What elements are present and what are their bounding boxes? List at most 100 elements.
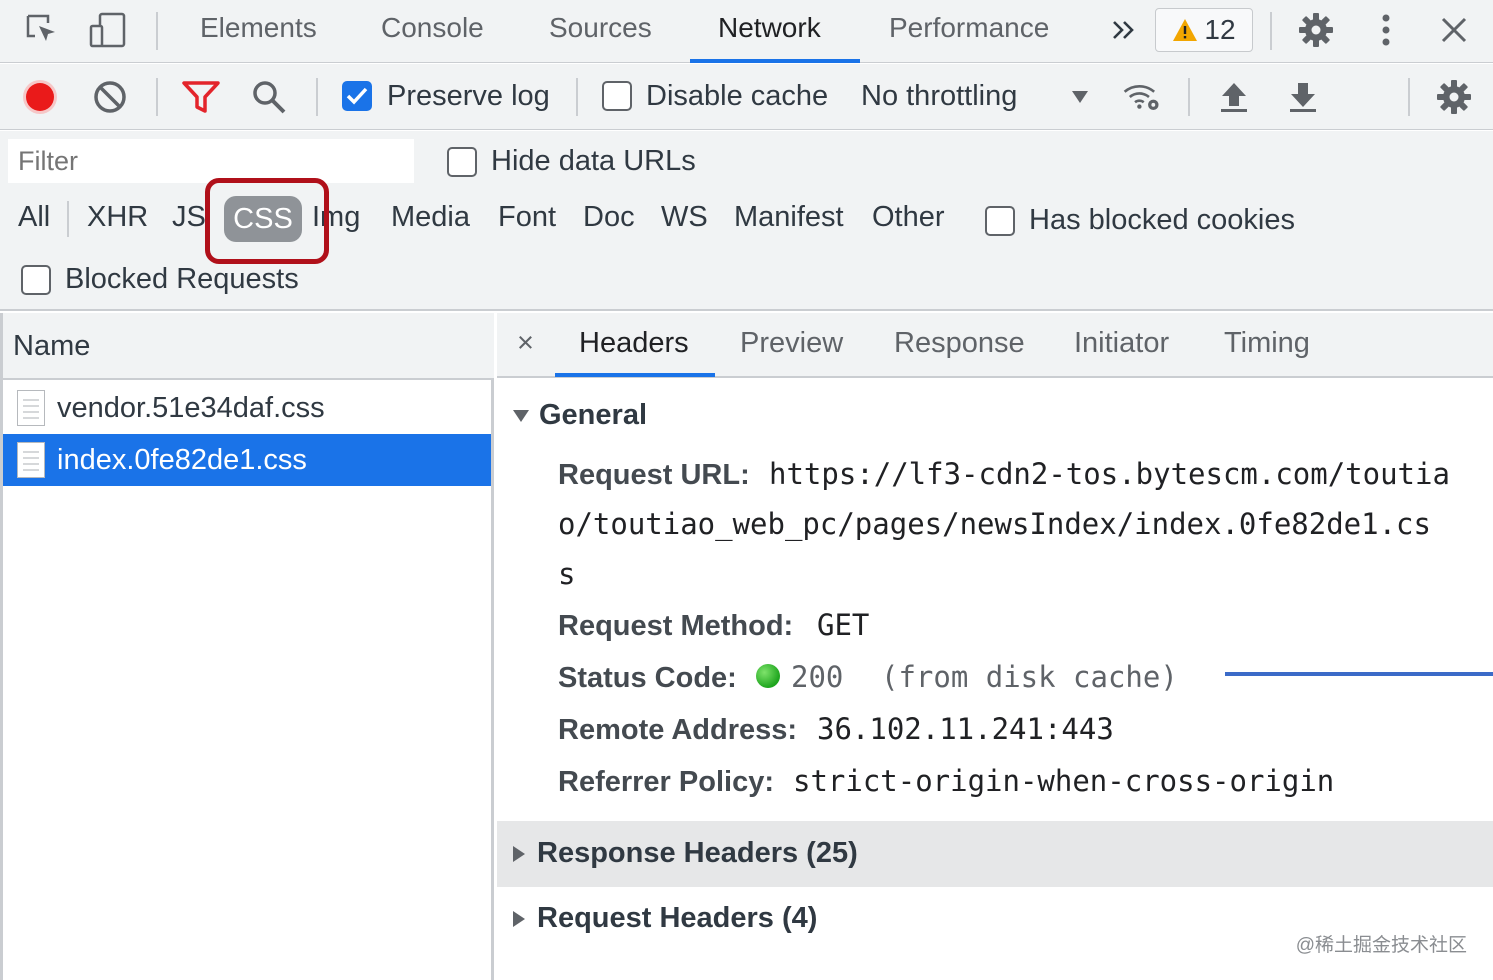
filter-bar: Hide data URLs All XHR JS Img CSS Media … xyxy=(0,131,1493,311)
active-details-tab-indicator xyxy=(555,373,715,377)
has-blocked-cookies-checkbox[interactable] xyxy=(985,206,1015,236)
css-highlight-annotation xyxy=(205,178,329,264)
hide-data-urls-label: Hide data URLs xyxy=(491,145,696,177)
status-code-value: 200 xyxy=(791,660,844,694)
warning-icon xyxy=(1173,19,1198,41)
status-code-key: Status Code: xyxy=(558,662,737,694)
search-icon[interactable] xyxy=(249,77,289,117)
filter-funnel-icon[interactable] xyxy=(181,77,221,117)
request-row[interactable]: vendor.51e34daf.css xyxy=(3,382,491,434)
import-har-upload-icon[interactable] xyxy=(1214,77,1254,117)
type-filter-js[interactable]: JS xyxy=(172,201,206,234)
tab-elements[interactable]: Elements xyxy=(200,12,317,44)
request-url-value: https://lf3-cdn2-tos.bytescm.com/toutia xyxy=(769,457,1450,491)
type-filter-all[interactable]: All xyxy=(18,201,50,234)
response-headers-toggle[interactable]: Response Headers (25) xyxy=(513,837,858,870)
general-section-toggle[interactable]: General xyxy=(513,399,647,432)
type-filter-other[interactable]: Other xyxy=(872,201,945,234)
annotation-line xyxy=(1225,672,1493,676)
blocked-requests-checkbox[interactable] xyxy=(21,265,51,295)
has-blocked-cookies-label: Has blocked cookies xyxy=(1029,204,1295,236)
collapse-triangle-icon xyxy=(513,409,529,422)
throttling-select[interactable]: No throttling xyxy=(861,80,1017,113)
hide-data-urls-checkbox[interactable] xyxy=(447,147,477,177)
type-filter-media[interactable]: Media xyxy=(391,201,470,234)
record-icon[interactable] xyxy=(20,77,60,117)
request-method-key: Request Method: xyxy=(558,610,794,642)
request-name: vendor.51e34daf.css xyxy=(57,391,325,424)
filter-input[interactable] xyxy=(8,139,414,183)
file-icon xyxy=(17,390,45,426)
type-filter-font[interactable]: Font xyxy=(498,201,556,234)
request-name: index.0fe82de1.css xyxy=(57,443,307,476)
request-url-key: Request URL: xyxy=(558,459,750,491)
name-column-header[interactable]: Name xyxy=(3,313,494,380)
settings-gear-icon[interactable] xyxy=(1296,10,1336,50)
active-tab-indicator xyxy=(690,59,860,63)
close-details-icon[interactable]: × xyxy=(517,327,534,360)
tab-headers[interactable]: Headers xyxy=(579,327,689,360)
blocked-requests-label: Blocked Requests xyxy=(65,263,299,295)
request-details-panel: × Headers Preview Response Initiator Tim… xyxy=(497,313,1493,980)
disable-cache-checkbox[interactable] xyxy=(602,81,632,111)
divider xyxy=(1408,78,1410,116)
request-list-panel: Name vendor.51e34daf.css index.0fe82de1.… xyxy=(0,313,494,980)
divider xyxy=(576,78,578,116)
expand-triangle-icon xyxy=(513,845,525,862)
network-conditions-wifi-icon[interactable] xyxy=(1122,77,1162,117)
general-section-title: General xyxy=(539,399,647,431)
expand-triangle-icon xyxy=(513,910,525,927)
disable-cache-label: Disable cache xyxy=(646,80,829,112)
divider xyxy=(67,201,69,237)
more-tabs-chevron-icon[interactable] xyxy=(1104,10,1144,50)
request-url-value-cont: s xyxy=(558,557,576,591)
tab-initiator[interactable]: Initiator xyxy=(1074,327,1169,360)
preserve-log-label: Preserve log xyxy=(387,80,550,112)
response-headers-row[interactable]: Response Headers (25) xyxy=(497,821,1493,887)
tab-performance[interactable]: Performance xyxy=(889,12,1049,44)
request-url-value-cont: o/toutiao_web_pc/pages/newsIndex/index.0… xyxy=(558,507,1431,541)
tab-network[interactable]: Network xyxy=(718,12,821,44)
divider xyxy=(1270,12,1272,50)
type-filter-doc[interactable]: Doc xyxy=(583,201,635,234)
dropdown-arrow-icon[interactable] xyxy=(1060,77,1100,117)
tab-sources[interactable]: Sources xyxy=(549,12,652,44)
divider xyxy=(1188,78,1190,116)
name-column-label: Name xyxy=(13,330,91,362)
preserve-log-checkbox[interactable] xyxy=(342,81,372,111)
warnings-badge[interactable]: 12 xyxy=(1155,8,1253,52)
inspect-element-icon[interactable] xyxy=(22,10,62,50)
request-method-value: GET xyxy=(817,608,870,642)
tab-preview[interactable]: Preview xyxy=(740,327,843,360)
close-devtools-icon[interactable] xyxy=(1434,10,1474,50)
request-row-selected[interactable]: index.0fe82de1.css xyxy=(3,434,491,486)
tab-response[interactable]: Response xyxy=(894,327,1025,360)
type-filter-ws[interactable]: WS xyxy=(661,201,708,234)
watermark: @稀土掘金技术社区 xyxy=(1295,935,1467,956)
network-settings-gear-icon[interactable] xyxy=(1434,77,1474,117)
file-icon xyxy=(17,442,45,478)
status-ok-dot-icon xyxy=(756,664,780,688)
referrer-policy-value: strict-origin-when-cross-origin xyxy=(793,764,1335,798)
device-toolbar-icon[interactable] xyxy=(88,10,128,50)
devtools-tab-bar: Elements Console Sources Network Perform… xyxy=(0,0,1493,63)
warning-count: 12 xyxy=(1204,14,1236,45)
clear-icon[interactable] xyxy=(90,77,130,117)
status-cache-note: (from disk cache) xyxy=(881,660,1178,694)
remote-address-key: Remote Address: xyxy=(558,714,798,746)
response-headers-title: Response Headers (25) xyxy=(537,837,858,869)
request-headers-toggle[interactable]: Request Headers (4) xyxy=(513,902,817,935)
export-har-download-icon[interactable] xyxy=(1283,77,1323,117)
divider xyxy=(156,12,158,50)
network-toolbar: Preserve log Disable cache No throttling xyxy=(0,64,1493,130)
remote-address-value: 36.102.11.241:443 xyxy=(817,712,1114,746)
tab-timing[interactable]: Timing xyxy=(1224,327,1310,360)
request-headers-title: Request Headers (4) xyxy=(537,902,818,934)
type-filter-xhr[interactable]: XHR xyxy=(87,201,148,234)
tab-console[interactable]: Console xyxy=(381,12,484,44)
referrer-policy-key: Referrer Policy: xyxy=(558,766,774,798)
more-options-kebab-icon[interactable] xyxy=(1366,10,1406,50)
divider xyxy=(156,78,158,116)
details-tab-bar: × Headers Preview Response Initiator Tim… xyxy=(497,313,1493,378)
type-filter-manifest[interactable]: Manifest xyxy=(734,201,844,234)
